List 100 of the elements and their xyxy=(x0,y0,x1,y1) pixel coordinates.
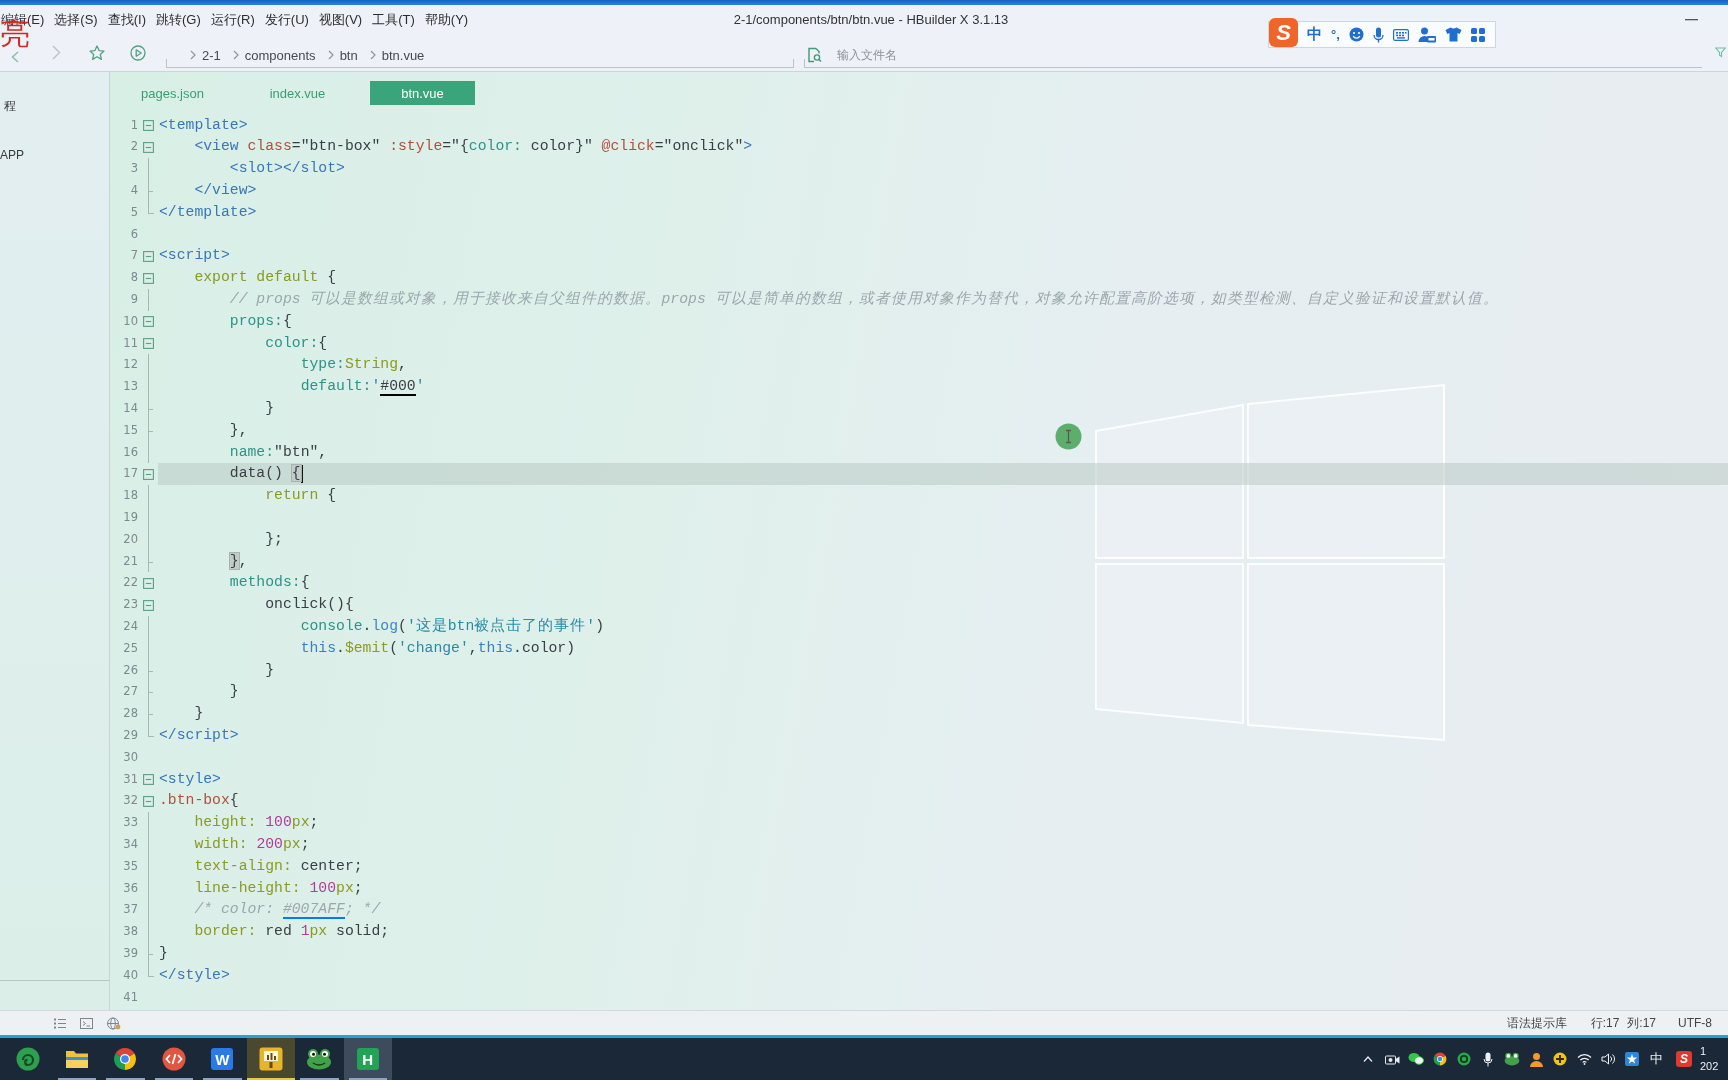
code-line: width: 200px; xyxy=(194,835,310,854)
menu-item[interactable]: 跳转(G) xyxy=(155,10,201,29)
taskbar-button[interactable]: W xyxy=(198,1038,247,1080)
collapse-icon[interactable] xyxy=(142,250,154,262)
code-line: <slot></slot> xyxy=(229,159,345,179)
taskbar-button[interactable] xyxy=(246,1038,295,1080)
collapse-icon[interactable] xyxy=(142,272,154,284)
microphone-icon[interactable] xyxy=(1483,1051,1493,1067)
line-number: 13 xyxy=(122,378,138,396)
file-search-field[interactable]: 输入文件名 xyxy=(837,46,1137,64)
ring-icon[interactable] xyxy=(1457,1052,1471,1066)
line-number: 14 xyxy=(122,400,138,418)
line-number: 35 xyxy=(122,857,138,875)
code-line: } xyxy=(194,704,204,724)
line-number: 40 xyxy=(122,966,138,984)
keyboard-icon[interactable] xyxy=(1392,28,1409,41)
menu-item[interactable]: 运行(R) xyxy=(210,10,255,29)
code-line: <view class="btn-box" :style="{color: color}" @click="onclick"> xyxy=(194,137,753,157)
ime-logo[interactable]: S xyxy=(1676,1051,1692,1067)
code-line: height: 100px; xyxy=(194,813,319,833)
person-icon[interactable] xyxy=(1417,26,1436,43)
collapse-icon[interactable] xyxy=(142,120,154,132)
code-line: } xyxy=(265,399,275,419)
code-line: name:"btn", xyxy=(229,442,328,462)
camera-icon[interactable] xyxy=(1384,1053,1400,1065)
line-number: 8 xyxy=(129,269,138,287)
browser-icon[interactable] xyxy=(1433,1052,1447,1066)
breadcrumb-item[interactable]: 2-1 xyxy=(202,47,221,63)
smiley-icon[interactable] xyxy=(1348,27,1364,42)
collapse-icon[interactable] xyxy=(142,141,154,153)
code-line: return { xyxy=(265,486,337,506)
code-line: <template> xyxy=(159,115,248,135)
status-text: 列:17 xyxy=(1627,1014,1656,1032)
input-mode-label[interactable]: 中 xyxy=(1307,25,1322,44)
menu-item[interactable]: 工具(T) xyxy=(372,10,415,29)
text-cursor xyxy=(300,465,303,484)
collapse-icon[interactable] xyxy=(142,599,154,611)
line-number: 21 xyxy=(122,552,138,570)
collapse-icon[interactable] xyxy=(142,577,154,589)
line-number: 12 xyxy=(122,356,138,374)
breadcrumb-item[interactable]: components xyxy=(244,47,316,63)
line-number: 23 xyxy=(122,596,138,614)
collapse-icon[interactable] xyxy=(142,774,154,785)
menu-item[interactable]: 视图(V) xyxy=(318,10,363,29)
collapse-icon[interactable] xyxy=(142,338,154,350)
chat-bubbles-icon[interactable] xyxy=(1408,1052,1424,1066)
line-number: 16 xyxy=(122,443,138,461)
code-line: <style> xyxy=(159,769,221,789)
chevron-right-icon xyxy=(232,50,239,60)
line-number: 37 xyxy=(122,901,138,919)
speaker-icon[interactable] xyxy=(1600,1053,1616,1065)
globe-icon[interactable] xyxy=(107,1016,121,1030)
line-number: 28 xyxy=(122,705,138,723)
breadcrumb-item[interactable]: btn xyxy=(339,47,358,63)
chevron-up-icon[interactable] xyxy=(1363,1056,1373,1062)
browser-icon xyxy=(113,1047,138,1071)
menu-item[interactable]: 查找(I) xyxy=(107,10,146,29)
breadcrumb-item[interactable]: btn.vue xyxy=(381,47,425,63)
code-line: data() { xyxy=(229,464,301,484)
collapse-icon[interactable] xyxy=(142,316,154,328)
run-icon[interactable] xyxy=(130,44,146,61)
frog-face-icon[interactable] xyxy=(1504,1052,1520,1066)
star-icon[interactable] xyxy=(89,44,105,61)
status-text: UTF-8 xyxy=(1678,1016,1712,1030)
line-number: 5 xyxy=(129,203,138,221)
sidebar-item[interactable]: 程 xyxy=(4,98,16,114)
menu-item[interactable]: 帮助(Y) xyxy=(424,10,469,29)
code-line: /* color: #007AFF; */ xyxy=(194,900,381,922)
list-icon[interactable] xyxy=(54,1017,66,1029)
line-number: 19 xyxy=(122,509,138,527)
code-line: }, xyxy=(229,420,248,440)
punctuation-mode-label[interactable]: °, xyxy=(1331,27,1340,42)
sidebar-item[interactable]: APP xyxy=(0,147,24,163)
wifi-icon[interactable] xyxy=(1576,1053,1592,1065)
code-icon xyxy=(161,1047,186,1071)
line-number: 41 xyxy=(122,988,138,1006)
collapse-icon[interactable] xyxy=(142,468,154,480)
code-line: .btn-box{ xyxy=(159,791,239,811)
code-line: onclick(){ xyxy=(265,595,354,615)
menu-item[interactable]: 选择(S) xyxy=(54,10,98,29)
shirt-icon[interactable] xyxy=(1444,27,1462,42)
line-number: 34 xyxy=(122,836,138,853)
line-number: 29 xyxy=(122,727,138,744)
app-logo: W xyxy=(211,1048,234,1070)
menu-item[interactable]: 发行(U) xyxy=(264,10,309,29)
line-number: 39 xyxy=(122,944,138,962)
collapse-icon[interactable] xyxy=(142,795,154,807)
code-line: console.log('这是btn被点击了的事件') xyxy=(300,616,604,636)
line-number: 20 xyxy=(122,530,138,548)
input-mode-label[interactable]: 中 xyxy=(1644,1050,1668,1068)
line-number: 36 xyxy=(122,879,138,897)
plus-circle-icon[interactable] xyxy=(1553,1052,1567,1066)
code-line: props:{ xyxy=(229,311,292,331)
line-number: 11 xyxy=(122,334,138,352)
star-tile-icon[interactable] xyxy=(1625,1052,1639,1066)
grid-icon[interactable] xyxy=(1470,27,1485,42)
person-icon[interactable] xyxy=(1528,1051,1544,1067)
terminal-icon[interactable] xyxy=(80,1017,93,1029)
line-number: 27 xyxy=(122,683,138,701)
minimize-icon[interactable] xyxy=(1685,18,1698,21)
